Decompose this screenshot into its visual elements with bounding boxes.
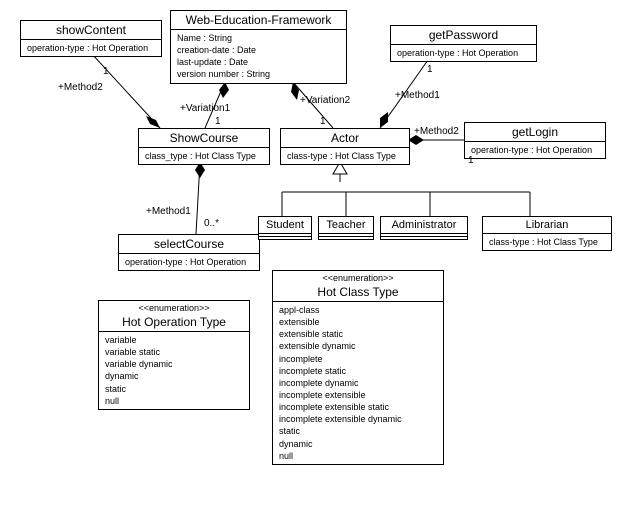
class-getLogin: getLogin operation-type : Hot Operation bbox=[464, 122, 606, 159]
enum-hot-class-type: <<enumeration>> Hot Class Type appl-clas… bbox=[272, 270, 444, 465]
class-title: Administrator bbox=[381, 217, 467, 233]
multiplicity: 1 bbox=[468, 155, 474, 166]
class-title: Librarian bbox=[483, 217, 611, 233]
class-title: showContent bbox=[21, 21, 161, 39]
multiplicity: 0..* bbox=[204, 218, 219, 229]
enum-hot-operation-type: <<enumeration>> Hot Operation Type varia… bbox=[98, 300, 250, 410]
class-Librarian: Librarian class-type : Hot Class Type bbox=[482, 216, 612, 251]
edge-label-method1: +Method1 bbox=[395, 90, 440, 101]
class-getPassword: getPassword operation-type : Hot Operati… bbox=[390, 25, 537, 62]
multiplicity: 1 bbox=[103, 66, 109, 77]
class-title: Hot Class Type bbox=[273, 283, 443, 301]
class-Administrator: Administrator bbox=[380, 216, 468, 240]
class-title: Actor bbox=[281, 129, 409, 147]
edge-label-method1: +Method1 bbox=[146, 206, 191, 217]
multiplicity: 1 bbox=[215, 116, 221, 127]
edge-label-method2: +Method2 bbox=[58, 82, 103, 93]
class-title: Hot Operation Type bbox=[99, 313, 249, 331]
class-showContent: showContent operation-type : Hot Operati… bbox=[20, 20, 162, 57]
multiplicity: 1 bbox=[427, 64, 433, 75]
class-title: Web-Education-Framework bbox=[171, 11, 346, 29]
edge-label-method2: +Method2 bbox=[414, 126, 459, 137]
multiplicity: 1 bbox=[320, 116, 326, 127]
class-title: selectCourse bbox=[119, 235, 259, 253]
class-Student: Student bbox=[258, 216, 312, 240]
class-selectCourse: selectCourse operation-type : Hot Operat… bbox=[118, 234, 260, 271]
class-title: Student bbox=[259, 217, 311, 233]
stereotype: <<enumeration>> bbox=[99, 301, 249, 313]
class-title: Teacher bbox=[319, 217, 373, 233]
edge-label-variation2: +Variation2 bbox=[300, 95, 350, 106]
class-Teacher: Teacher bbox=[318, 216, 374, 240]
class-title: getLogin bbox=[465, 123, 605, 141]
edge-label-variation1: +Variation1 bbox=[180, 103, 230, 114]
class-web-education-framework: Web-Education-Framework Name : String cr… bbox=[170, 10, 347, 84]
class-title: getPassword bbox=[391, 26, 536, 44]
stereotype: <<enumeration>> bbox=[273, 271, 443, 283]
class-Actor: Actor class-type : Hot Class Type bbox=[280, 128, 410, 165]
class-title: ShowCourse bbox=[139, 129, 269, 147]
class-ShowCourse: ShowCourse class_type : Hot Class Type bbox=[138, 128, 270, 165]
